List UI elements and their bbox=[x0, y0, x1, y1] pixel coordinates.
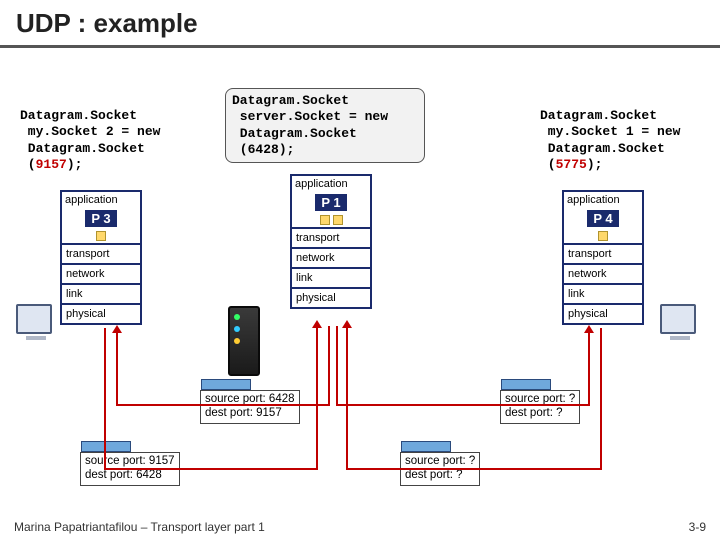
flow-line bbox=[328, 326, 330, 406]
datagram-header-icon bbox=[501, 379, 551, 390]
code-right: Datagram.Socket my.Socket 1 = new Datagr… bbox=[540, 108, 680, 173]
computer-icon bbox=[16, 304, 52, 334]
process-row-left: P 3 bbox=[62, 208, 140, 229]
layer-physical: physical bbox=[62, 305, 140, 323]
diagram-area: Datagram.Socket my.Socket 2 = new Datagr… bbox=[0, 48, 720, 528]
code-left: Datagram.Socket my.Socket 2 = new Datagr… bbox=[20, 108, 160, 173]
process-p4: P 4 bbox=[587, 210, 618, 227]
arrow-head-icon bbox=[312, 320, 322, 328]
process-p3: P 3 bbox=[85, 210, 116, 227]
layer-transport: transport bbox=[564, 245, 642, 263]
layer-physical: physical bbox=[292, 289, 370, 307]
layer-application: application bbox=[62, 192, 140, 208]
socket-row-center bbox=[292, 213, 370, 227]
flow-line bbox=[346, 468, 602, 470]
datagram-header-icon bbox=[401, 441, 451, 452]
datagram-server-to-right: source port: ? dest port: ? bbox=[500, 390, 580, 424]
process-row-center: P 1 bbox=[292, 192, 370, 213]
layer-transport: transport bbox=[62, 245, 140, 263]
socket-row-left bbox=[62, 229, 140, 243]
datagram-server-to-left: source port: 6428 dest port: 9157 bbox=[200, 390, 300, 424]
flow-line bbox=[104, 328, 106, 468]
stack-right: application P 4 transport network link p… bbox=[562, 190, 644, 325]
flow-line bbox=[104, 468, 316, 470]
slide-title: UDP : example bbox=[0, 0, 720, 48]
flow-line bbox=[116, 331, 118, 406]
flow-line bbox=[588, 331, 590, 406]
layer-application: application bbox=[292, 176, 370, 192]
layer-network: network bbox=[62, 265, 140, 283]
flow-line bbox=[600, 328, 602, 468]
flow-line bbox=[336, 404, 590, 406]
arrow-head-icon bbox=[584, 325, 594, 333]
flow-line bbox=[346, 326, 348, 470]
datagram-header-icon bbox=[81, 441, 131, 452]
server-icon bbox=[228, 306, 260, 376]
layer-transport: transport bbox=[292, 229, 370, 247]
arrow-head-icon bbox=[112, 325, 122, 333]
socket-icon bbox=[598, 231, 608, 241]
layer-network: network bbox=[292, 249, 370, 267]
computer-icon bbox=[660, 304, 696, 334]
process-row-right: P 4 bbox=[564, 208, 642, 229]
layer-application: application bbox=[564, 192, 642, 208]
layer-network: network bbox=[564, 265, 642, 283]
layer-link: link bbox=[292, 269, 370, 287]
flow-line bbox=[336, 326, 338, 406]
datagram-header-icon bbox=[201, 379, 251, 390]
socket-icon bbox=[96, 231, 106, 241]
stack-left: application P 3 transport network link p… bbox=[60, 190, 142, 325]
page-number: 3-9 bbox=[689, 520, 706, 534]
layer-physical: physical bbox=[564, 305, 642, 323]
code-server: Datagram.Socket server.Socket = new Data… bbox=[225, 88, 425, 163]
flow-line bbox=[316, 326, 318, 470]
stack-center: application P 1 transport network link p… bbox=[290, 174, 372, 309]
arrow-head-icon bbox=[342, 320, 352, 328]
layer-link: link bbox=[564, 285, 642, 303]
footer-text: Marina Papatriantafilou – Transport laye… bbox=[14, 520, 265, 534]
flow-line bbox=[116, 404, 328, 406]
process-p1: P 1 bbox=[315, 194, 346, 211]
socket-icon bbox=[333, 215, 343, 225]
socket-icon bbox=[320, 215, 330, 225]
socket-row-right bbox=[564, 229, 642, 243]
layer-link: link bbox=[62, 285, 140, 303]
